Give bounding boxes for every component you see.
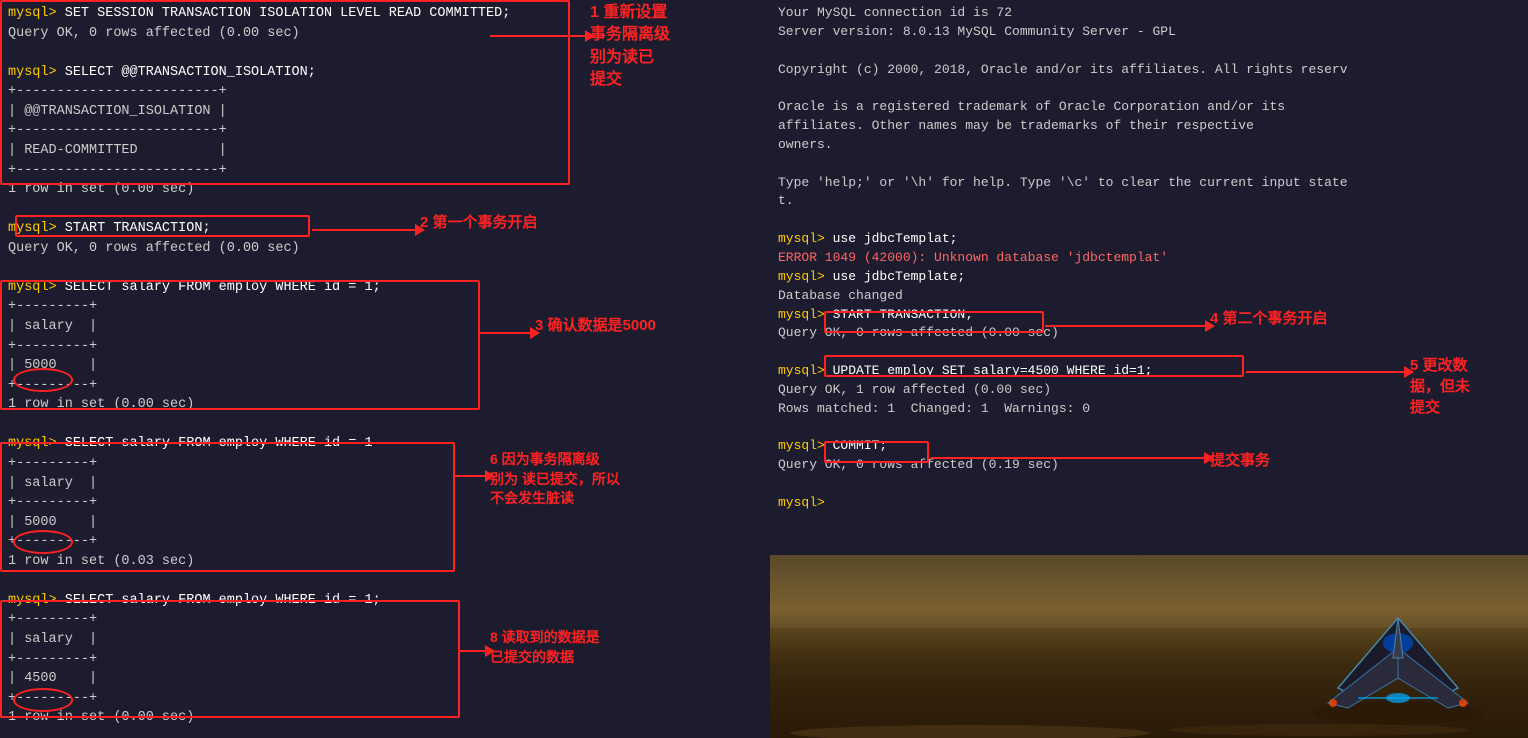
- arrow-7: [931, 452, 1214, 464]
- left-line-32: +---------+: [8, 610, 762, 630]
- left-line-7: +-------------------------+: [8, 121, 762, 141]
- left-line-9: +-------------------------+: [8, 161, 762, 181]
- arrow-5: [1246, 366, 1414, 378]
- left-line-6: | @@TRANSACTION_ISOLATION |: [8, 102, 762, 122]
- annotation-4: 4 第二个事务开启: [1210, 308, 1328, 329]
- r-line-8: owners.: [778, 136, 1520, 155]
- r-line-1: Your MySQL connection id is 72: [778, 4, 1520, 23]
- r-line-22: Rows matched: 1 Changed: 1 Warnings: 0: [778, 400, 1520, 419]
- arrow-8: [460, 645, 495, 657]
- annotation-3: 3 确认数据是5000: [535, 315, 656, 336]
- left-line-20: +---------+: [8, 376, 762, 396]
- left-line-18: +---------+: [8, 337, 762, 357]
- annotation-1: 1 重新设置事务隔离级别为读已提交: [590, 2, 670, 92]
- left-line-22: [8, 415, 762, 435]
- r-line-26: [778, 475, 1520, 494]
- r-line-15: mysql> use jdbcTemplate;: [778, 268, 1520, 287]
- r-line-27: mysql>: [778, 494, 1520, 513]
- r-line-9: [778, 155, 1520, 174]
- left-line-36: +---------+: [8, 689, 762, 709]
- annotation-2: 2 第一个事务开启: [420, 212, 538, 233]
- left-terminal-panel: mysql> SET SESSION TRANSACTION ISOLATION…: [0, 0, 770, 738]
- left-line-26: +---------+: [8, 493, 762, 513]
- r-line-23: [778, 419, 1520, 438]
- r-line-3: [778, 42, 1520, 61]
- left-line-27: | 5000 |: [8, 513, 762, 533]
- r-line-11: t.: [778, 192, 1520, 211]
- landscape-bg: [770, 555, 1528, 738]
- left-line-14: [8, 258, 762, 278]
- landscape-image: [770, 555, 1528, 738]
- left-line-25: | salary |: [8, 474, 762, 494]
- arrow-3: [480, 327, 540, 339]
- left-line-31: mysql> SELECT salary FROM employ WHERE i…: [8, 591, 762, 611]
- r-line-5: [778, 79, 1520, 98]
- r-line-12: [778, 211, 1520, 230]
- left-line-8: | READ-COMMITTED |: [8, 141, 762, 161]
- r-line-7: affiliates. Other names may be trademark…: [778, 117, 1520, 136]
- annotation-6: 6 因为事务隔离级别为 读已提交，所以不会发生脏读: [490, 450, 620, 509]
- left-line-29: 1 row in set (0.03 sec): [8, 552, 762, 572]
- r-line-10: Type 'help;' or '\h' for help. Type '\c'…: [778, 174, 1520, 193]
- left-line-35: | 4500 |: [8, 669, 762, 689]
- left-line-19: | 5000 |: [8, 356, 762, 376]
- left-line-24: +---------+: [8, 454, 762, 474]
- left-line-23: mysql> SELECT salary FROM employ WHERE i…: [8, 434, 762, 454]
- left-line-10: 1 row in set (0.00 sec): [8, 180, 762, 200]
- annotation-7: 提交事务: [1210, 450, 1270, 471]
- arrow-6: [455, 470, 495, 482]
- annotation-5: 5 更改数据，但未提交: [1410, 355, 1470, 418]
- left-line-33: | salary |: [8, 630, 762, 650]
- left-line-15: mysql> SELECT salary FROM employ WHERE i…: [8, 278, 762, 298]
- right-panel: Your MySQL connection id is 72 Server ve…: [770, 0, 1528, 738]
- arrow-4: [1045, 320, 1215, 332]
- left-line-28: +---------+: [8, 532, 762, 552]
- left-line-11: [8, 200, 762, 220]
- left-terminal-content: mysql> SET SESSION TRANSACTION ISOLATION…: [0, 0, 770, 738]
- r-line-21: Query OK, 1 row affected (0.00 sec): [778, 381, 1520, 400]
- arrow-1: [490, 30, 595, 42]
- left-line-21: 1 row in set (0.00 sec): [8, 395, 762, 415]
- left-line-34: +---------+: [8, 650, 762, 670]
- r-line-19: [778, 343, 1520, 362]
- left-line-37: 1 row in set (0.00 sec): [8, 708, 762, 728]
- r-line-14: ERROR 1049 (42000): Unknown database 'jd…: [778, 249, 1520, 268]
- r-line-2: Server version: 8.0.13 MySQL Community S…: [778, 23, 1520, 42]
- r-line-4: Copyright (c) 2000, 2018, Oracle and/or …: [778, 61, 1520, 80]
- annotation-8: 8 读取到的数据是已提交的数据: [490, 628, 600, 667]
- left-line-13: Query OK, 0 rows affected (0.00 sec): [8, 239, 762, 259]
- r-line-16: Database changed: [778, 287, 1520, 306]
- right-terminal-content: Your MySQL connection id is 72 Server ve…: [770, 0, 1528, 555]
- r-line-13: mysql> use jdbcTemplat;: [778, 230, 1520, 249]
- r-line-6: Oracle is a registered trademark of Orac…: [778, 98, 1520, 117]
- dust-effect: [770, 698, 1528, 738]
- arrow-2: [312, 224, 425, 236]
- left-line-30: [8, 571, 762, 591]
